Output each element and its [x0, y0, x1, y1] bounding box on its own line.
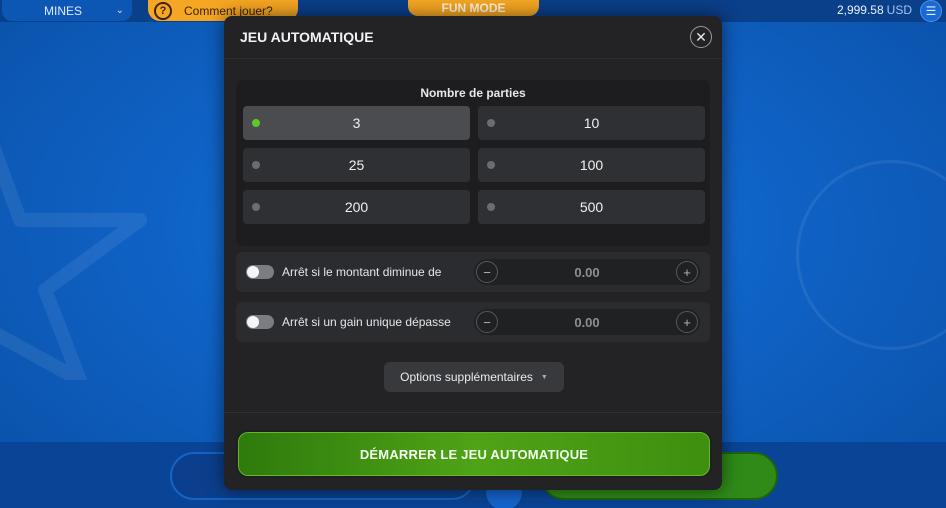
start-autoplay-button[interactable]: DÉMARRER LE JEU AUTOMATIQUE [236, 430, 712, 478]
close-icon: ✕ [695, 29, 707, 45]
toggle-knob [247, 316, 259, 328]
plus-icon[interactable]: + [676, 311, 698, 333]
round-option-label: 500 [579, 199, 604, 215]
round-option-label: 25 [348, 157, 365, 173]
modal-header: JEU AUTOMATIQUE ✕ [224, 16, 722, 59]
round-option-200[interactable]: 200 [243, 190, 470, 224]
balance-currency: USD [886, 3, 912, 17]
stop-loss-toggle[interactable] [246, 265, 274, 279]
toggle-knob [247, 266, 259, 278]
game-name: MINES [44, 3, 83, 18]
stop-loss-row: Arrêt si le montant diminue de − 0.00 + [236, 252, 710, 292]
radio-dot-icon [487, 203, 495, 211]
modal-title: JEU AUTOMATIQUE [240, 29, 374, 45]
stop-win-label: Arrêt si un gain unique dépasse [282, 315, 451, 329]
radio-dot-icon [487, 161, 495, 169]
caret-down-icon: ▼ [540, 373, 548, 381]
rounds-title: Nombre de parties [420, 86, 526, 100]
balance-display: 2,999.58 USD [837, 3, 912, 17]
question-icon: ? [154, 1, 172, 20]
rounds-panel: Nombre de parties 3 10 25 100 200 500 [236, 80, 710, 246]
plus-icon[interactable]: + [676, 261, 698, 283]
divider [224, 412, 722, 413]
round-option-10[interactable]: 10 [478, 106, 705, 140]
round-option-100[interactable]: 100 [478, 148, 705, 182]
radio-dot-icon [252, 161, 260, 169]
selected-dot-icon [252, 119, 260, 127]
stop-loss-label: Arrêt si le montant diminue de [282, 265, 442, 279]
radio-dot-icon [487, 119, 495, 127]
rounds-grid: 3 10 25 100 200 500 [243, 106, 705, 224]
fun-mode-badge: FUN MODE [408, 0, 539, 16]
stop-win-stepper: − 0.00 + [474, 309, 700, 335]
round-option-25[interactable]: 25 [243, 148, 470, 182]
round-option-label: 10 [583, 115, 600, 131]
stop-loss-value[interactable]: 0.00 [574, 265, 599, 280]
round-option-3[interactable]: 3 [243, 106, 470, 140]
hamburger-icon: ☰ [925, 4, 937, 18]
close-button[interactable]: ✕ [690, 26, 712, 48]
stop-win-value[interactable]: 0.00 [574, 315, 599, 330]
radio-dot-icon [252, 203, 260, 211]
menu-button[interactable]: ☰ [920, 0, 942, 22]
stop-win-toggle[interactable] [246, 315, 274, 329]
stop-loss-stepper: − 0.00 + [474, 259, 700, 285]
stop-win-row: Arrêt si un gain unique dépasse − 0.00 + [236, 302, 710, 342]
round-option-500[interactable]: 500 [478, 190, 705, 224]
balance-amount: 2,999.58 [836, 3, 884, 17]
more-options-button[interactable]: Options supplémentaires ▼ [384, 362, 564, 392]
chevron-down-icon: ⌄ [115, 5, 124, 16]
round-option-label: 100 [579, 157, 604, 173]
game-selector[interactable]: MINES ⌄ [2, 0, 132, 21]
start-autoplay-label: DÉMARRER LE JEU AUTOMATIQUE [359, 446, 589, 462]
star-decoration [0, 144, 147, 380]
auto-play-modal: JEU AUTOMATIQUE ✕ Nombre de parties 3 10… [224, 16, 722, 490]
minus-icon[interactable]: − [476, 261, 498, 283]
round-option-label: 3 [352, 115, 361, 131]
minus-icon[interactable]: − [476, 311, 498, 333]
round-option-label: 200 [344, 199, 369, 215]
more-options-label: Options supplémentaires [400, 370, 533, 384]
